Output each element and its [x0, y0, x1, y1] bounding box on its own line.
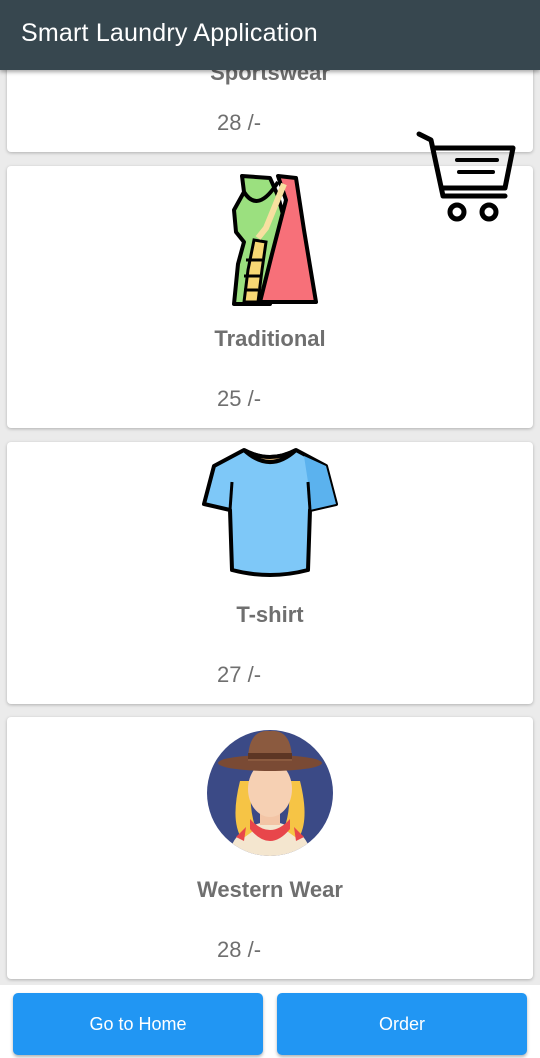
product-name: T-shirt	[236, 602, 304, 627]
order-button[interactable]: Order	[277, 993, 527, 1055]
go-to-home-button[interactable]: Go to Home	[13, 993, 263, 1055]
product-price: 25 /-	[217, 386, 262, 411]
product-price: 27 /-	[217, 662, 262, 687]
product-name: Western Wear	[197, 877, 343, 902]
app-title: Smart Laundry Application	[21, 19, 318, 47]
shopping-cart-icon[interactable]	[413, 126, 523, 226]
product-name: Traditional	[214, 326, 326, 351]
bottom-action-bar: Go to Home Order	[0, 985, 540, 1058]
app-bar: Smart Laundry Application	[0, 0, 540, 70]
cowgirl-avatar-icon	[207, 730, 333, 856]
saree-icon	[232, 174, 318, 306]
product-price: 28 /-	[217, 937, 262, 962]
product-card-tshirt[interactable]: T-shirt 27 /-	[7, 442, 533, 704]
product-card-western-wear[interactable]: Western Wear 28 /-	[7, 717, 533, 979]
tshirt-icon	[202, 448, 338, 577]
product-price: 28 /-	[217, 110, 262, 135]
